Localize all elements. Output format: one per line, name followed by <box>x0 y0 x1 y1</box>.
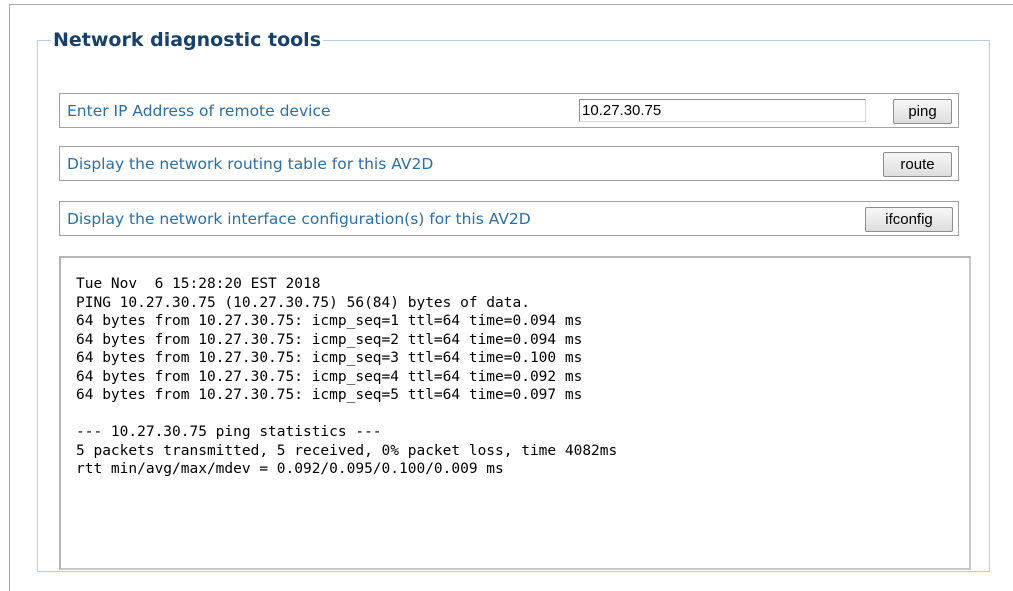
route-label: Display the network routing table for th… <box>67 155 434 173</box>
output-line: 64 bytes from 10.27.30.75: icmp_seq=4 tt… <box>76 368 583 385</box>
output-line: rtt min/avg/max/mdev = 0.092/0.095/0.100… <box>76 461 504 477</box>
output-line: 64 bytes from 10.27.30.75: icmp_seq=5 tt… <box>76 387 583 403</box>
output-line: 64 bytes from 10.27.30.75: icmp_seq=1 tt… <box>76 313 583 329</box>
command-output-area[interactable]: Tue Nov 6 15:28:20 EST 2018 PING 10.27.30… <box>59 256 971 570</box>
output-line: --- 10.27.30.75 ping statistics --- <box>76 424 382 440</box>
panel-title: Network diagnostic tools <box>53 29 322 51</box>
ping-button[interactable]: ping <box>893 99 952 124</box>
ifconfig-label: Display the network interface configurat… <box>67 210 531 228</box>
route-button[interactable]: route <box>883 152 952 177</box>
output-line: Tue Nov 6 15:28:20 EST 2018 <box>76 276 321 292</box>
output-line: 64 bytes from 10.27.30.75: icmp_seq=2 tt… <box>76 331 583 348</box>
ifconfig-button[interactable]: ifconfig <box>865 207 953 232</box>
ip-address-input[interactable] <box>579 99 866 122</box>
output-line: PING 10.27.30.75 (10.27.30.75) 56(84) by… <box>76 294 530 311</box>
output-line: ​ <box>76 405 969 424</box>
output-line: 5 packets transmitted, 5 received, 0% pa… <box>76 442 618 459</box>
route-row: Display the network routing table for th… <box>59 146 959 181</box>
ping-label: Enter IP Address of remote device <box>67 102 331 120</box>
output-line: 64 bytes from 10.27.30.75: icmp_seq=3 tt… <box>76 350 583 366</box>
ifconfig-row: Display the network interface configurat… <box>59 201 959 236</box>
network-diagnostic-panel: Network diagnostic tools Enter IP Addres… <box>37 29 990 572</box>
ping-row: Enter IP Address of remote device ping <box>59 93 959 128</box>
